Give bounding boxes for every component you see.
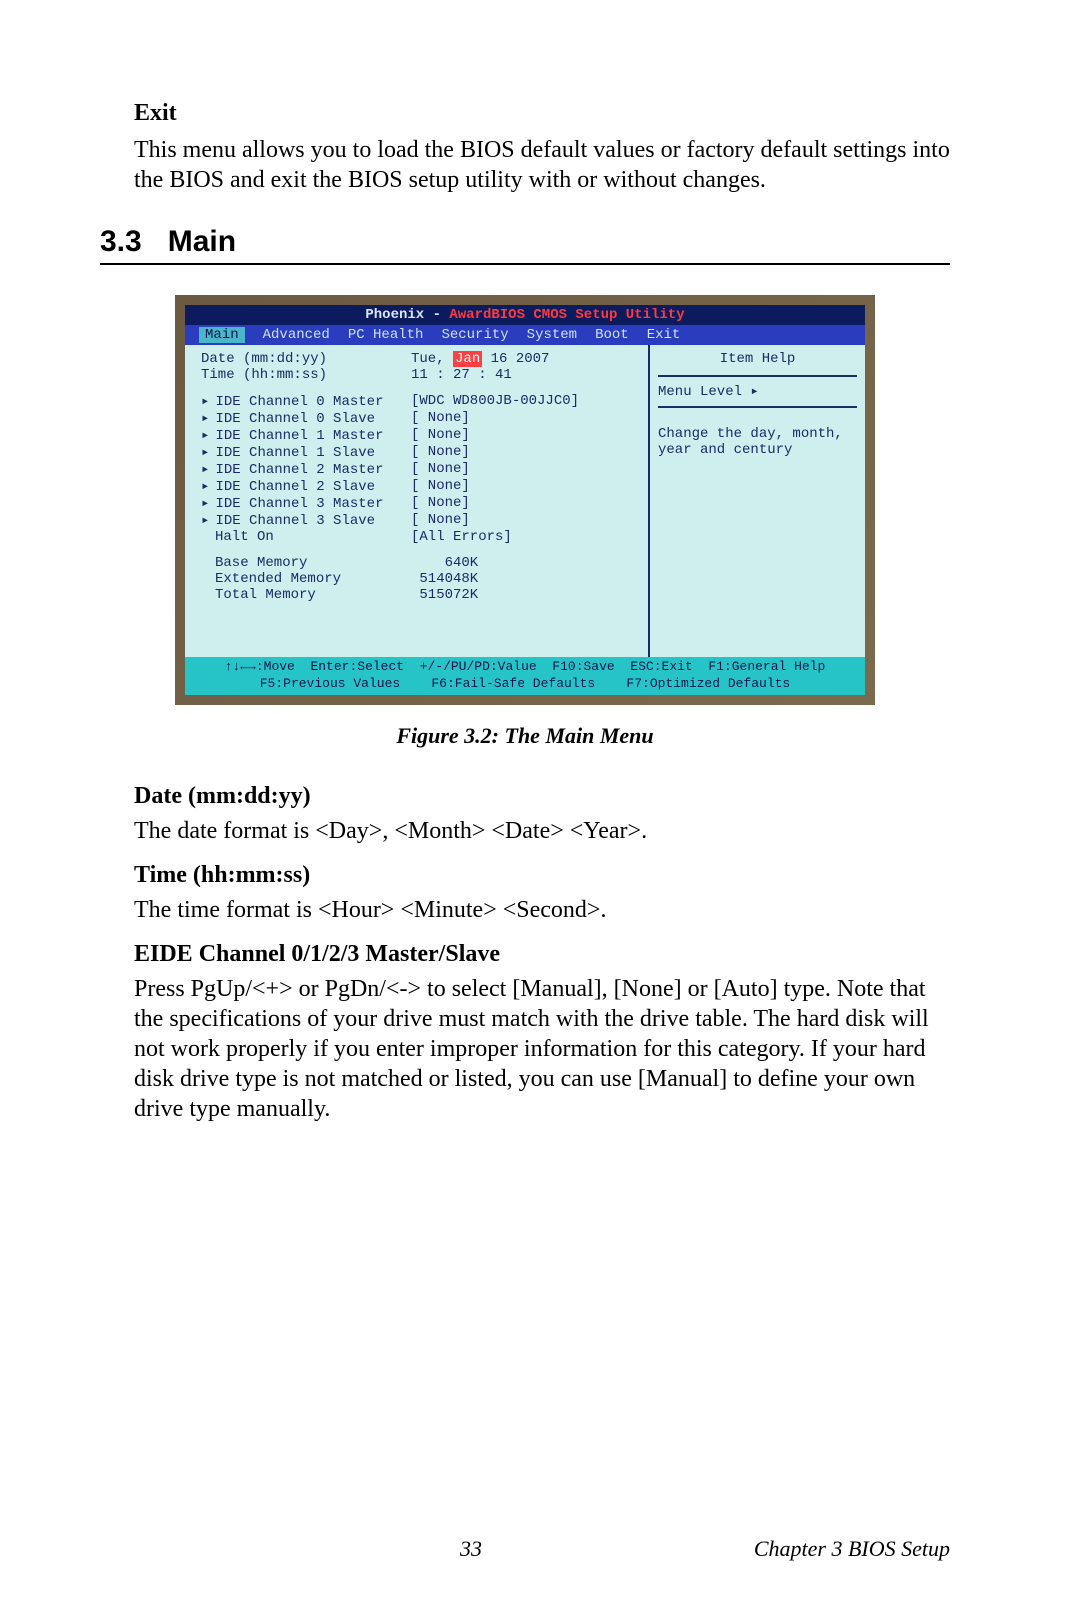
tab-exit[interactable]: Exit [647, 327, 681, 343]
date-month-selected[interactable]: Jan [453, 351, 482, 367]
ide-label: ▸IDE Channel 1 Master [201, 427, 411, 444]
caret-icon: ▸ [201, 479, 209, 495]
exit-text: This menu allows you to load the BIOS de… [134, 135, 950, 195]
memory-label: Extended Memory [201, 571, 411, 587]
date-suffix: 16 2007 [482, 351, 549, 367]
exit-heading: Exit [134, 100, 950, 127]
ide-row[interactable]: ▸IDE Channel 2 Slave[ None] [201, 478, 638, 495]
memory-value: 514048K [411, 571, 638, 587]
spacer [201, 383, 638, 393]
ide-row[interactable]: ▸IDE Channel 0 Master[WDC WD800JB-00JJC0… [201, 393, 638, 410]
ide-value: [WDC WD800JB-00JJC0] [411, 393, 638, 410]
ide-value: [ None] [411, 427, 638, 444]
bios-body: Date (mm:dd:yy) Tue, Jan 16 2007 Time (h… [185, 345, 865, 657]
bios-screen: Phoenix - AwardBIOS CMOS Setup Utility M… [185, 305, 865, 695]
figure-caption: Figure 3.2: The Main Menu [100, 723, 950, 749]
ide-value: [ None] [411, 478, 638, 495]
bios-menubar: Main Advanced PC Health Security System … [185, 325, 865, 345]
field-eide-text: Press PgUp/<+> or PgDn/<-> to select [Ma… [134, 974, 950, 1124]
ide-label: ▸IDE Channel 3 Master [201, 495, 411, 512]
bios-title-main: AwardBIOS CMOS Setup Utility [449, 307, 684, 323]
caret-icon: ▸ [201, 496, 209, 512]
ide-value: [ None] [411, 410, 638, 427]
chapter-label: Chapter 3 BIOS Setup [754, 1536, 950, 1562]
date-prefix: Tue, [411, 351, 453, 367]
field-time-text: The time format is <Hour> <Minute> <Seco… [134, 895, 950, 925]
memory-value: 640K [411, 555, 638, 571]
ide-label: ▸IDE Channel 2 Slave [201, 478, 411, 495]
caret-icon: ▸ [201, 513, 209, 529]
memory-value: 515072K [411, 587, 638, 603]
tab-main[interactable]: Main [199, 327, 245, 343]
tab-security[interactable]: Security [441, 327, 508, 343]
monitor-bezel: Phoenix - AwardBIOS CMOS Setup Utility M… [175, 295, 875, 705]
bios-left-column: Date (mm:dd:yy) Tue, Jan 16 2007 Time (h… [185, 345, 650, 657]
halt-label: Halt On [201, 529, 411, 545]
ide-label: ▸IDE Channel 0 Master [201, 393, 411, 410]
date-row[interactable]: Date (mm:dd:yy) Tue, Jan 16 2007 [201, 351, 638, 367]
ide-value: [ None] [411, 512, 638, 529]
document-page: Exit This menu allows you to load the BI… [0, 0, 1080, 1618]
ide-row[interactable]: ▸IDE Channel 1 Slave[ None] [201, 444, 638, 461]
bios-title-prefix: Phoenix - [365, 307, 449, 323]
page-footer: 33 Chapter 3 BIOS Setup [0, 1536, 1080, 1562]
tab-boot[interactable]: Boot [595, 327, 629, 343]
ide-label: ▸IDE Channel 3 Slave [201, 512, 411, 529]
section-title: Main [168, 225, 236, 259]
ide-label: ▸IDE Channel 2 Master [201, 461, 411, 478]
tab-advanced[interactable]: Advanced [263, 327, 330, 343]
bios-footer-2: F5:Previous Values F6:Fail-Safe Defaults… [185, 676, 865, 695]
tab-pc-health[interactable]: PC Health [348, 327, 424, 343]
field-date-heading: Date (mm:dd:yy) [134, 783, 950, 810]
memory-row: Base Memory 640K [201, 555, 638, 571]
caret-icon: ▸ [201, 445, 209, 461]
memory-row: Extended Memory 514048K [201, 571, 638, 587]
menu-level: Menu Level ▸ [658, 375, 857, 408]
bios-help-column: Item Help Menu Level ▸ Change the day, m… [650, 345, 865, 657]
spacer [201, 603, 638, 643]
ide-row[interactable]: ▸IDE Channel 0 Slave[ None] [201, 410, 638, 427]
field-date-text: The date format is <Day>, <Month> <Date>… [134, 816, 950, 846]
section-number: 3.3 [100, 225, 142, 259]
halt-value: [All Errors] [411, 529, 638, 545]
time-label: Time (hh:mm:ss) [201, 367, 411, 383]
date-value: Tue, Jan 16 2007 [411, 351, 638, 367]
date-label: Date (mm:dd:yy) [201, 351, 411, 367]
time-value: 11 : 27 : 41 [411, 367, 638, 383]
ide-value: [ None] [411, 444, 638, 461]
memory-label: Base Memory [201, 555, 411, 571]
section-heading: 3.3 Main [100, 225, 950, 265]
tab-system[interactable]: System [527, 327, 577, 343]
exit-section: Exit This menu allows you to load the BI… [134, 100, 950, 195]
memory-row: Total Memory 515072K [201, 587, 638, 603]
help-text: Change the day, month, year and century [658, 426, 857, 458]
ide-value: [ None] [411, 461, 638, 478]
bios-titlebar: Phoenix - AwardBIOS CMOS Setup Utility [185, 305, 865, 325]
time-row[interactable]: Time (hh:mm:ss) 11 : 27 : 41 [201, 367, 638, 383]
spacer [201, 545, 638, 555]
field-time-heading: Time (hh:mm:ss) [134, 862, 950, 889]
bios-footer-1: ↑↓←→:Move Enter:Select +/-/PU/PD:Value F… [185, 657, 865, 676]
field-eide-heading: EIDE Channel 0/1/2/3 Master/Slave [134, 941, 950, 968]
ide-label: ▸IDE Channel 0 Slave [201, 410, 411, 427]
ide-row[interactable]: ▸IDE Channel 3 Master[ None] [201, 495, 638, 512]
ide-row[interactable]: ▸IDE Channel 2 Master[ None] [201, 461, 638, 478]
caret-icon: ▸ [201, 428, 209, 444]
memory-label: Total Memory [201, 587, 411, 603]
ide-rows: ▸IDE Channel 0 Master[WDC WD800JB-00JJC0… [201, 393, 638, 529]
item-help-title: Item Help [658, 351, 857, 367]
ide-label: ▸IDE Channel 1 Slave [201, 444, 411, 461]
memory-rows: Base Memory 640KExtended Memory 514048KT… [201, 555, 638, 603]
ide-value: [ None] [411, 495, 638, 512]
caret-icon: ▸ [201, 394, 209, 410]
caret-icon: ▸ [201, 411, 209, 427]
bios-screenshot: Phoenix - AwardBIOS CMOS Setup Utility M… [175, 295, 875, 705]
halt-row[interactable]: Halt On [All Errors] [201, 529, 638, 545]
caret-icon: ▸ [201, 462, 209, 478]
page-number: 33 [460, 1536, 482, 1562]
ide-row[interactable]: ▸IDE Channel 3 Slave[ None] [201, 512, 638, 529]
ide-row[interactable]: ▸IDE Channel 1 Master[ None] [201, 427, 638, 444]
